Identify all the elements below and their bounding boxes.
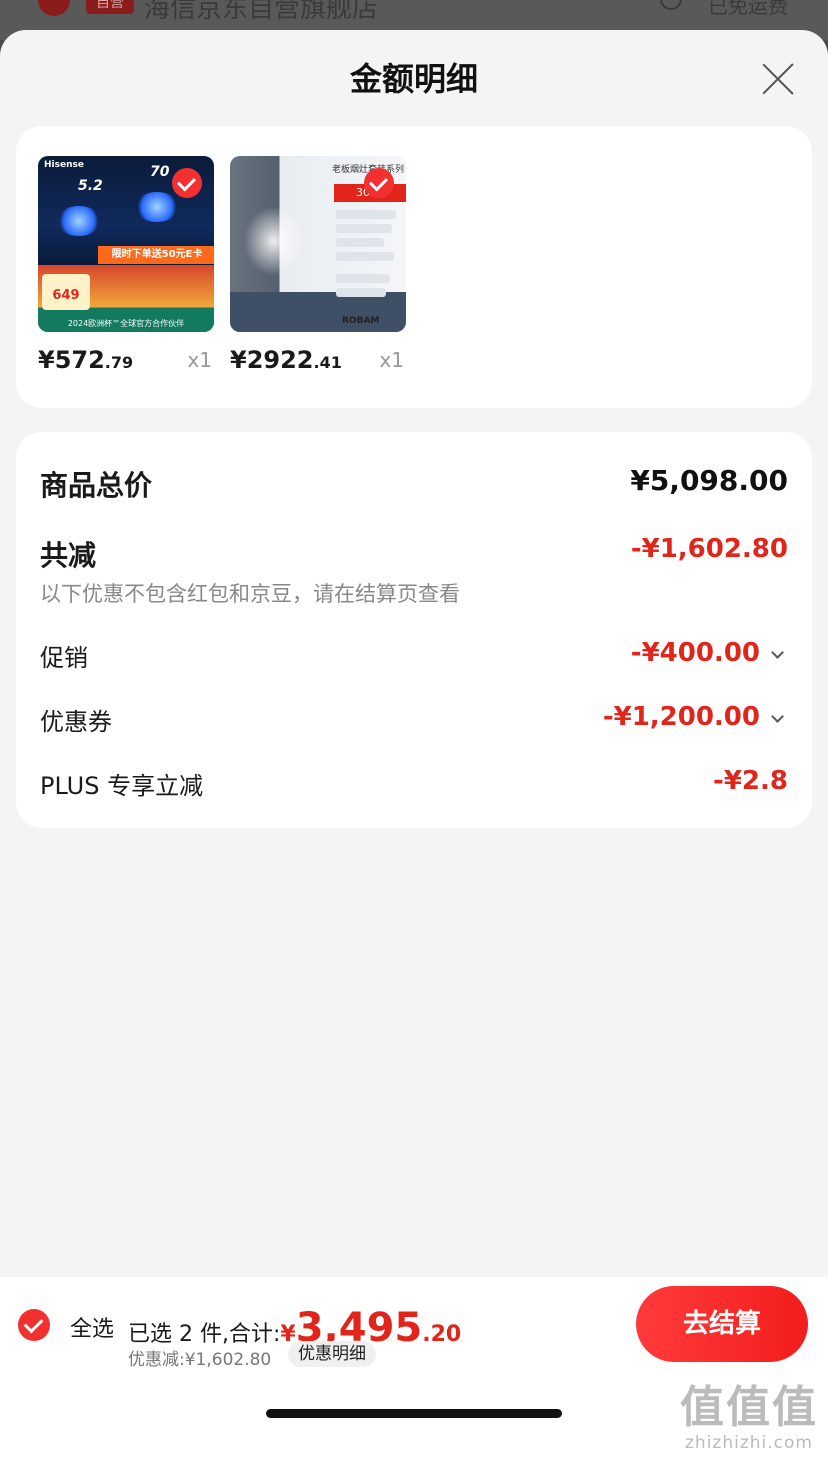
thumb-gauge: 70: [150, 164, 170, 180]
amount-detail-sheet: 金额明细 Hisense 5.2 70 限时下单送50元E卡 649 2024欧…: [0, 30, 828, 1466]
product-item[interactable]: 老板烟灶套装系列 3099 ROBAM ¥2922.41 x1: [230, 156, 406, 374]
plus-discount-value: -¥2.8: [713, 766, 788, 796]
total-price-label: 商品总价: [40, 469, 153, 502]
promotion-label: 促销: [40, 644, 88, 672]
thumb-footer: 2024欧洲杯™全球官方合作伙伴: [38, 316, 214, 332]
counter-graphic: [230, 292, 406, 332]
discount-note: 以下优惠不包含红包和京豆，请在结算页查看: [40, 582, 460, 606]
product-thumbnail[interactable]: Hisense 5.2 70 限时下单送50元E卡 649 2024欧洲杯™全球…: [38, 156, 214, 332]
thumb-price-sticker: 649: [42, 274, 90, 310]
plus-discount-label: PLUS 专享立减: [40, 772, 204, 800]
checkout-bar: 全选 已选 2 件,合计:¥3,495.20 优惠减:¥1,602.80 优惠明…: [0, 1277, 828, 1370]
product-price: ¥2922.41: [230, 346, 342, 374]
discount-detail-button[interactable]: 优惠明细: [288, 1341, 376, 1367]
flame-icon: [134, 192, 180, 222]
steam-graphic: [244, 206, 304, 276]
watermark: 值值值 zhizhizhi.com: [680, 1382, 818, 1454]
selected-check-icon[interactable]: [364, 168, 394, 198]
home-indicator-area: 值值值 zhizhizhi.com: [0, 1367, 828, 1466]
thumb-brand: Hisense: [44, 160, 84, 170]
flame-icon: [56, 206, 102, 236]
thumb-spec-line: [336, 288, 386, 297]
chevron-down-icon[interactable]: [771, 646, 784, 659]
selected-check-icon[interactable]: [172, 168, 202, 198]
home-indicator[interactable]: [266, 1409, 562, 1418]
select-all-label[interactable]: 全选: [70, 1311, 114, 1343]
thumb-gauge: 5.2: [78, 178, 103, 194]
reduce-label: 共减: [40, 539, 97, 572]
thumb-spec-line: [336, 210, 396, 219]
amount-detail-card: 商品总价 ¥5,098.00 共减 -¥1,602.80 以下优惠不包含红包和京…: [16, 432, 812, 828]
coupon-label: 优惠券: [40, 708, 112, 736]
thumb-logo: ROBAM: [342, 316, 380, 326]
close-icon[interactable]: [758, 58, 798, 98]
thumb-spec-line: [336, 252, 394, 261]
info-icon: [660, 0, 682, 10]
self-operated-tag: 自营: [86, 0, 134, 14]
thumb-spec-line: [336, 274, 390, 283]
sheet-title: 金额明细: [349, 60, 478, 98]
chevron-down-icon[interactable]: [771, 710, 784, 723]
coupon-value: -¥1,200.00: [602, 702, 760, 732]
select-all-check-icon[interactable]: [18, 1309, 50, 1341]
shop-check-icon: [38, 0, 70, 16]
reduce-value: -¥1,602.80: [630, 534, 788, 564]
thumb-promo-ribbon: 限时下单送50元E卡: [98, 246, 214, 264]
promotion-value: -¥400.00: [630, 638, 760, 668]
shipping-status: 已免运费: [708, 0, 788, 18]
product-quantity: x1: [379, 348, 404, 372]
products-card: Hisense 5.2 70 限时下单送50元E卡 649 2024欧洲杯™全球…: [16, 126, 812, 408]
thumb-spec-line: [336, 238, 384, 247]
thumb-spec-line: [336, 224, 392, 233]
total-price-value: ¥5,098.00: [630, 464, 788, 497]
checkout-button[interactable]: 去结算: [636, 1286, 808, 1362]
product-thumbnail[interactable]: 老板烟灶套装系列 3099 ROBAM: [230, 156, 406, 332]
product-item[interactable]: Hisense 5.2 70 限时下单送50元E卡 649 2024欧洲杯™全球…: [38, 156, 214, 374]
product-quantity: x1: [187, 348, 212, 372]
product-price: ¥572.79: [38, 346, 134, 374]
shop-name: 海信京东自营旗舰店: [144, 0, 379, 24]
